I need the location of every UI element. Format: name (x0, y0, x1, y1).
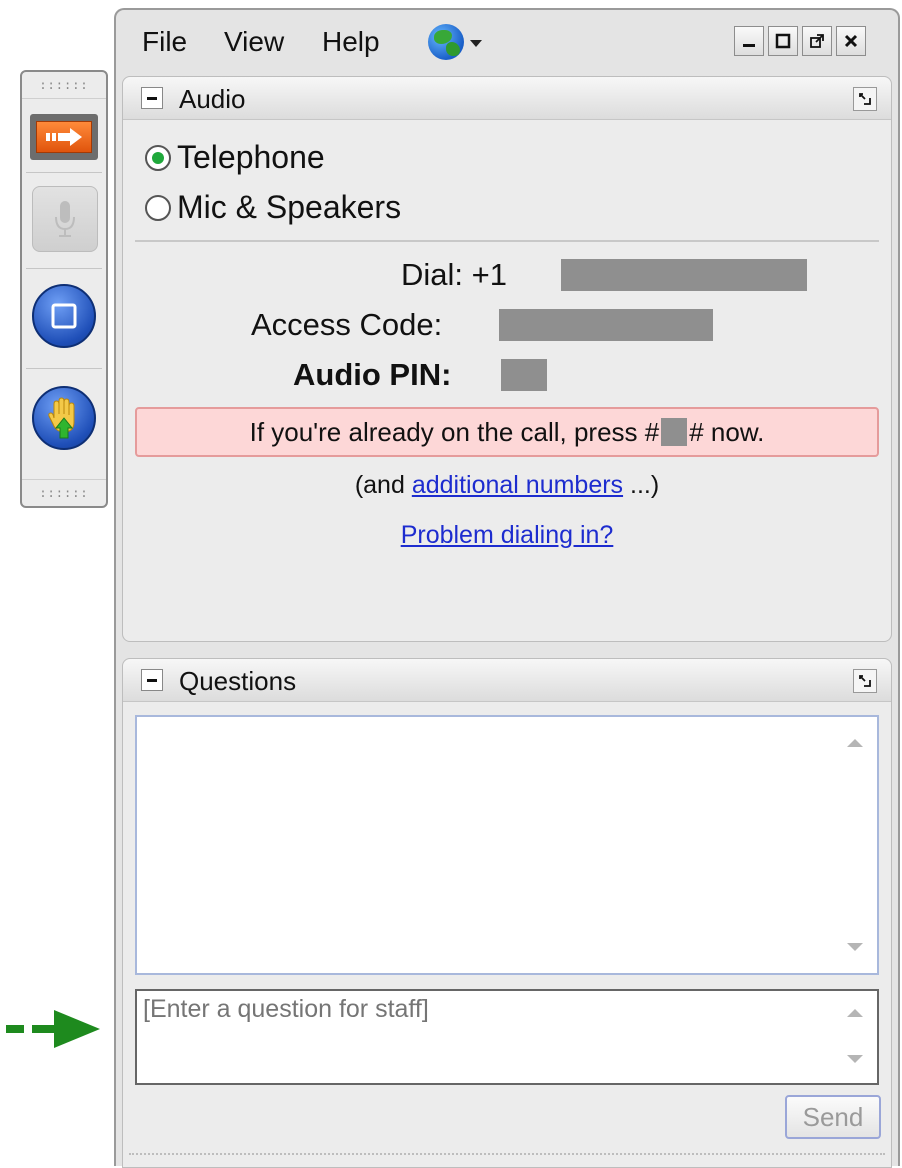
popout-audio-button[interactable] (853, 87, 877, 111)
popout-questions-button[interactable] (853, 669, 877, 693)
close-icon (844, 34, 858, 48)
redacted-audio-pin (501, 359, 547, 391)
microphone-icon (55, 201, 75, 237)
minimize-button[interactable] (734, 26, 764, 56)
audio-divider (135, 240, 879, 242)
audio-panel-title: Audio (179, 84, 246, 114)
popout-icon (810, 34, 824, 48)
mic-speakers-label: Mic & Speakers (177, 189, 402, 225)
panel-bottom-edge (129, 1153, 885, 1155)
popout-icon (859, 675, 871, 687)
scroll-up-icon[interactable] (847, 1009, 863, 1017)
audio-panel: Audio Telephone Mic & Speakers Dial: +1 … (122, 76, 892, 642)
problem-dialing-line: Problem dialing in? (123, 521, 891, 550)
toolbar-divider (26, 368, 102, 369)
maximize-button[interactable] (768, 26, 798, 56)
question-input[interactable] (137, 991, 837, 1083)
annotation-arrow-icon (6, 1010, 100, 1048)
scroll-up-icon[interactable] (847, 739, 863, 747)
send-button[interactable]: Send (785, 1095, 881, 1139)
additional-numbers-link[interactable]: additional numbers (412, 471, 623, 499)
menu-view[interactable]: View (224, 26, 284, 58)
scroll-down-icon[interactable] (847, 1055, 863, 1063)
question-input-box[interactable] (135, 989, 879, 1085)
questions-panel-header: Questions (123, 659, 891, 702)
toolbar-divider (26, 268, 102, 269)
chevron-down-icon[interactable] (470, 40, 482, 47)
webinar-window: File View Help Audio Telephone Mic & Spe… (114, 8, 900, 1168)
mic-speakers-option[interactable]: Mic & Speakers (145, 189, 401, 226)
toolbar-divider (26, 172, 102, 173)
collapse-questions-button[interactable] (141, 669, 163, 691)
menu-help[interactable]: Help (322, 26, 380, 58)
notice-prefix: If you're already on the call, press # (249, 416, 660, 447)
radio-selected-icon[interactable] (145, 144, 171, 171)
collapse-audio-button[interactable] (141, 87, 163, 109)
audio-panel-header: Audio (123, 77, 891, 120)
popout-window-button[interactable] (802, 26, 832, 56)
radio-unselected-icon[interactable] (145, 194, 171, 221)
stop-button[interactable] (32, 284, 96, 348)
menu-bar: File View Help (116, 10, 898, 72)
scroll-down-icon[interactable] (847, 943, 863, 951)
already-on-call-notice: If you're already on the call, press # #… (135, 407, 879, 457)
telephone-label: Telephone (177, 139, 325, 175)
raise-hand-icon (48, 397, 75, 439)
stop-icon (51, 303, 77, 329)
popout-icon (859, 93, 871, 105)
collapse-panel-button[interactable] (30, 114, 98, 160)
globe-icon[interactable] (428, 24, 464, 60)
problem-dialing-link[interactable]: Problem dialing in? (401, 521, 614, 549)
close-button[interactable] (836, 26, 866, 56)
session-control-toolbar: :::::: :::::: (20, 70, 108, 508)
questions-panel: Questions Send (122, 658, 892, 1168)
access-code-label: Access Code: (251, 307, 443, 342)
microphone-button[interactable] (32, 186, 98, 252)
redacted-phone-number (561, 259, 807, 291)
additional-numbers-line: (and additional numbers ...) (123, 471, 891, 500)
telephone-option[interactable]: Telephone (145, 139, 325, 176)
arrow-right-icon (36, 121, 92, 153)
toolbar-grip-bottom[interactable]: :::::: (22, 479, 106, 506)
menu-file[interactable]: File (142, 26, 187, 58)
redacted-access-code (499, 309, 713, 341)
redacted-pin (661, 418, 688, 446)
maximize-icon (775, 33, 791, 49)
minus-icon (147, 96, 157, 100)
additional-numbers-prefix: (and (354, 471, 412, 499)
toolbar-grip-top[interactable]: :::::: (22, 72, 106, 99)
audio-pin-label: Audio PIN: (293, 357, 452, 392)
minimize-icon (743, 44, 755, 47)
notice-suffix: # now. (689, 416, 765, 447)
questions-list[interactable] (135, 715, 879, 975)
additional-numbers-suffix: ...) (623, 471, 660, 499)
minus-icon (147, 678, 157, 682)
questions-panel-title: Questions (179, 666, 297, 696)
dial-label: Dial: +1 (401, 257, 507, 292)
raise-hand-button[interactable] (32, 386, 96, 450)
